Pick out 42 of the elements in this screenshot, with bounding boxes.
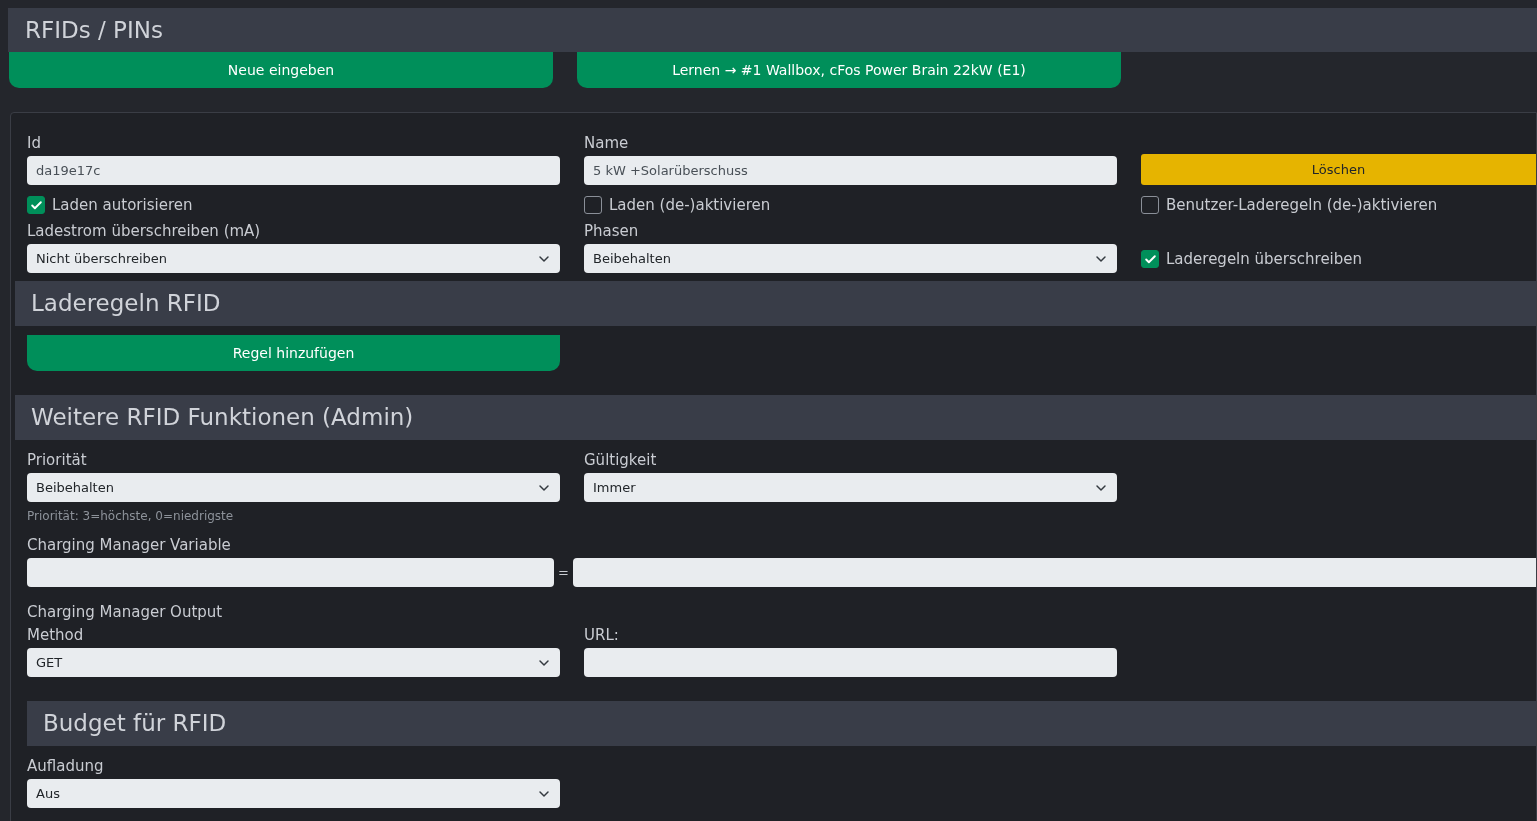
action-button[interactable]: Neue eingeben bbox=[9, 52, 553, 88]
field-label: Method bbox=[27, 625, 85, 645]
select-field[interactable]: Nicht überschreiben bbox=[27, 244, 560, 273]
check-icon bbox=[29, 198, 43, 212]
equals-sign: = bbox=[557, 563, 570, 582]
section-header: Budget für RFID bbox=[27, 701, 1536, 746]
check-icon bbox=[1143, 252, 1157, 266]
field-label: Gültigkeit bbox=[584, 450, 658, 470]
checkbox-label: Laderegeln überschreiben bbox=[1166, 248, 1363, 270]
checkbox[interactable] bbox=[1141, 196, 1159, 214]
select-field[interactable]: GET bbox=[27, 648, 560, 677]
select-field[interactable]: Beibehalten bbox=[584, 244, 1117, 273]
checkbox-label: Benutzer-Laderegeln (de-)aktivieren bbox=[1166, 194, 1438, 216]
checkbox[interactable] bbox=[27, 196, 45, 214]
delete-button[interactable]: Löschen bbox=[1141, 154, 1536, 185]
select-field[interactable]: Aus bbox=[27, 779, 560, 808]
checkbox-label: Laden (de-)aktivieren bbox=[609, 194, 771, 216]
field-label: Charging Manager Output bbox=[27, 602, 224, 622]
input-field[interactable] bbox=[573, 558, 1536, 587]
input-field[interactable] bbox=[27, 558, 554, 587]
action-button[interactable]: Lernen → #1 Wallbox, cFos Power Brain 22kW (E1) bbox=[577, 52, 1121, 88]
section-header: Laderegeln RFID bbox=[15, 281, 1536, 326]
field-label: Charging Manager Variable bbox=[27, 535, 232, 555]
checkbox-label: Laden autorisieren bbox=[52, 194, 193, 216]
field-label: URL: bbox=[584, 625, 620, 645]
field-label: Aufladung bbox=[27, 756, 105, 776]
field-label: Id bbox=[27, 133, 42, 153]
section-header: Weitere RFID Funktionen (Admin) bbox=[15, 395, 1536, 440]
checkbox[interactable] bbox=[584, 196, 602, 214]
field-label: Phasen bbox=[584, 221, 640, 241]
hint-text: Priorität: 3=höchste, 0=niedrigste bbox=[27, 508, 235, 525]
field-label: Ladestrom überschreiben (mA) bbox=[27, 221, 262, 241]
add-rule-button[interactable]: Regel hinzufügen bbox=[27, 335, 560, 371]
input-field[interactable]: da19e17c bbox=[27, 156, 560, 185]
checkbox[interactable] bbox=[1141, 250, 1159, 268]
select-field[interactable]: Beibehalten bbox=[27, 473, 560, 502]
select-field[interactable]: Immer bbox=[584, 473, 1117, 502]
input-field[interactable]: 5 kW +Solarüberschuss bbox=[584, 156, 1117, 185]
field-label: Priorität bbox=[27, 450, 88, 470]
input-field[interactable] bbox=[584, 648, 1117, 677]
field-label: Name bbox=[584, 133, 630, 153]
page-header: RFIDs / PINs bbox=[8, 8, 1537, 52]
